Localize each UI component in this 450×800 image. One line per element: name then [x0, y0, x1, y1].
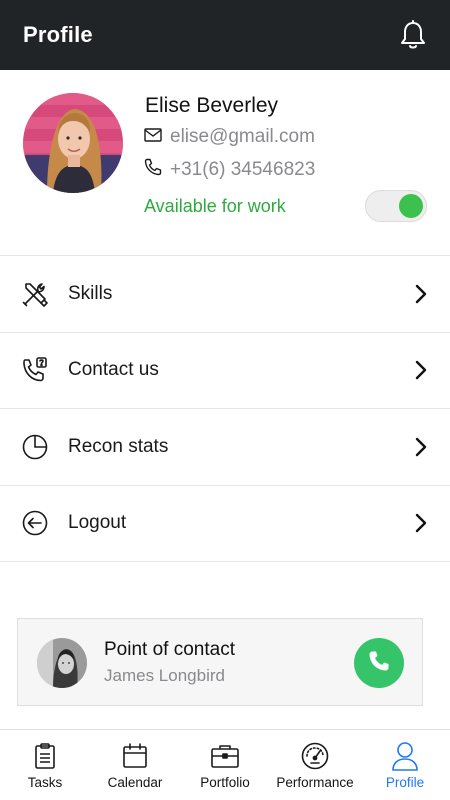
pie-chart-icon: [21, 433, 49, 461]
bottom-tab-bar: Tasks Calendar Portfolio Performance Pro…: [0, 729, 450, 800]
chevron-right-icon: [414, 284, 428, 304]
gauge-icon: [300, 741, 330, 771]
chevron-right-icon: [414, 513, 428, 533]
profile-email[interactable]: elise@gmail.com: [170, 126, 315, 148]
menu-item-recon-stats[interactable]: Recon stats: [0, 409, 450, 486]
bell-icon[interactable]: [398, 20, 428, 50]
profile-phone[interactable]: +31(6) 34546823: [170, 159, 315, 181]
contact-title: Point of contact: [104, 639, 235, 660]
tab-calendar[interactable]: Calendar: [90, 730, 180, 800]
availability-label: Available for work: [144, 196, 286, 216]
availability-toggle[interactable]: [365, 190, 427, 222]
contact-name: James Longbird: [104, 666, 225, 685]
tab-label: Calendar: [107, 775, 163, 790]
tab-portfolio[interactable]: Portfolio: [180, 730, 270, 800]
profile-email-row: elise@gmail.com: [144, 126, 315, 148]
profile-name: Elise Beverley: [145, 94, 279, 117]
toggle-knob: [399, 194, 423, 218]
menu-item-label: Skills: [68, 282, 113, 304]
chevron-right-icon: [414, 360, 428, 380]
tab-performance[interactable]: Performance: [270, 730, 360, 800]
tab-label: Performance: [276, 775, 354, 790]
chevron-right-icon: [414, 437, 428, 457]
clipboard-icon: [30, 741, 60, 771]
calendar-icon: [120, 741, 150, 771]
phone-icon: [144, 158, 162, 182]
contact-avatar: [37, 638, 87, 688]
app-bar: Profile: [0, 0, 450, 70]
page-title: Profile: [23, 22, 93, 47]
briefcase-icon: [210, 741, 240, 771]
phone-icon: [368, 650, 390, 677]
mail-icon: [144, 126, 162, 148]
tab-tasks[interactable]: Tasks: [0, 730, 90, 800]
menu-item-skills[interactable]: Skills: [0, 256, 450, 333]
logout-icon: [21, 509, 49, 537]
profile-phone-row: +31(6) 34546823: [144, 158, 315, 182]
tab-label: Profile: [385, 775, 425, 790]
menu-item-label: Contact us: [68, 359, 159, 381]
profile-menu: Skills Contact us Recon stats Logout: [0, 256, 450, 562]
avatar: [23, 93, 123, 193]
point-of-contact-card: Point of contact James Longbird: [17, 618, 423, 706]
tab-profile[interactable]: Profile: [360, 730, 450, 800]
user-icon: [390, 741, 420, 771]
profile-header: Elise Beverley elise@gmail.com +31(6) 34…: [0, 70, 450, 256]
menu-item-contact-us[interactable]: Contact us: [0, 333, 450, 409]
menu-item-label: Logout: [68, 512, 127, 534]
tools-icon: [21, 280, 49, 308]
tab-label: Portfolio: [200, 775, 250, 790]
phone-help-icon: [21, 356, 49, 384]
menu-item-label: Recon stats: [68, 435, 169, 457]
tab-label: Tasks: [27, 775, 63, 790]
call-button[interactable]: [354, 638, 404, 688]
menu-item-logout[interactable]: Logout: [0, 486, 450, 562]
